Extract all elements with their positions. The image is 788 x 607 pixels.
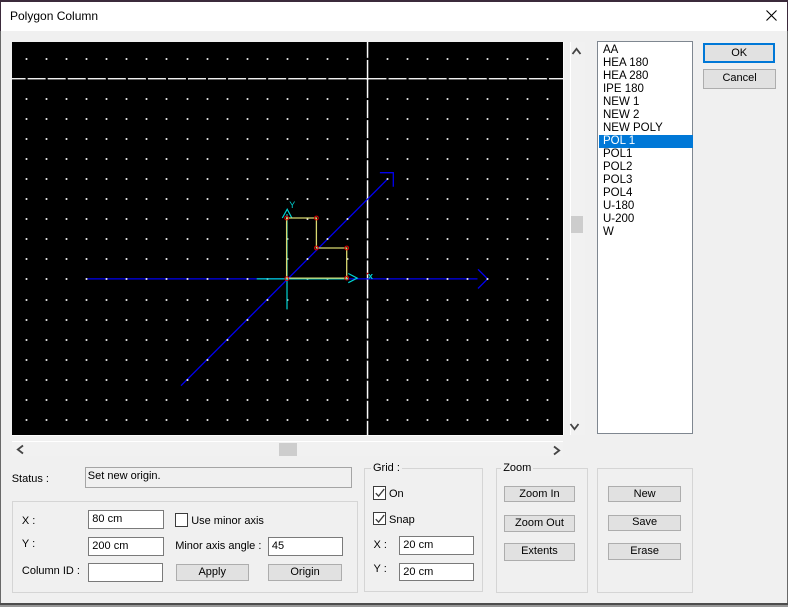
svg-text:Y: Y: [289, 199, 295, 209]
